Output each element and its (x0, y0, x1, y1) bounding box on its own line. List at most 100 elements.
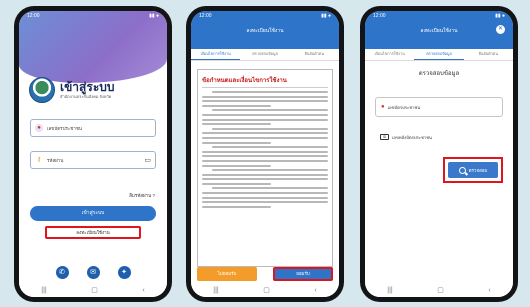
terms-text-line (202, 132, 328, 135)
header-title: ลงทะเบียนใช้งาน (246, 28, 284, 34)
step-tabs: เงื่อนไขการใช้งาน ตรวจสอบข้อมูล ยืนยันตั… (191, 49, 339, 61)
back-icon[interactable]: ‹ (488, 287, 490, 294)
terms-text-line (202, 155, 328, 158)
terms-text-line (202, 173, 328, 176)
tab-terms[interactable]: เงื่อนไขการใช้งาน (365, 49, 414, 60)
id-card-icon: ID (380, 134, 389, 140)
terms-text-line (212, 109, 328, 112)
page-title: เข้าสู่ระบบ (60, 79, 115, 94)
terms-actions: ไม่ยอมรับ ยอมรับ (197, 267, 333, 281)
terms-text-line (212, 127, 328, 130)
show-password-icon[interactable]: ▭ (144, 156, 151, 164)
laser-code-input[interactable]: ID เลขหลังบัตรประชาชน (375, 131, 503, 143)
close-icon[interactable]: ✕ (496, 25, 505, 34)
phone-login: 12:00 ▮▮ ● เข้าสู่ระบบ สำนักงานประกันสัง… (14, 6, 172, 302)
terms-content[interactable]: ข้อกำหนดและเงื่อนไขการใช้งาน (197, 69, 333, 267)
username-input[interactable]: ● เลขบัตรประชาชน (30, 119, 156, 137)
tab-identity[interactable]: ยืนยันตัวตน (290, 49, 339, 60)
android-nav-bar: ||| ▢ ‹ (19, 283, 167, 297)
terms-text-line (202, 104, 272, 107)
messenger-icon[interactable]: ✦ (117, 266, 131, 279)
terms-text-line (202, 136, 328, 139)
android-nav-bar: ||| ▢ ‹ (191, 283, 339, 297)
login-screen: 12:00 ▮▮ ● เข้าสู่ระบบ สำนักงานประกันสัง… (19, 11, 167, 297)
home-icon[interactable]: ▢ (437, 286, 444, 294)
terms-text-line (202, 178, 328, 181)
terms-text-line (202, 159, 328, 162)
tab-identity[interactable]: ยืนยันตัวตน (464, 49, 513, 60)
terms-text-line (212, 91, 328, 93)
app-header: 12:00 ▮▮ ● ลงทะเบียนใช้งาน (191, 11, 339, 49)
username-placeholder: เลขบัตรประชาชน (47, 125, 82, 131)
forgot-password-link[interactable]: ลืมรหัสผ่าน ? (129, 192, 155, 199)
id-number-placeholder: เลขบัตรประชาชน (387, 104, 421, 110)
terms-text-line (202, 196, 328, 199)
search-highlight: ตรวจสอบ (443, 157, 503, 183)
key-icon: ⚷ (36, 157, 42, 163)
password-input[interactable]: ⚷ รหัสผ่าน ▭ (30, 151, 156, 169)
recent-apps-icon[interactable]: ||| (387, 287, 392, 294)
status-bar: 12:00 ▮▮ ● (365, 11, 513, 21)
tab-verify[interactable]: ตรวจสอบข้อมูล (414, 49, 464, 60)
status-bar: 12:00 ▮▮ ● (191, 11, 339, 21)
step-tabs: เงื่อนไขการใช้งาน ตรวจสอบข้อมูล ยืนยันตั… (365, 49, 513, 61)
status-icons: ▮▮ ● (149, 13, 159, 19)
app-header: 12:00 ▮▮ ● ลงทะเบียนใช้งาน ✕ (365, 11, 513, 49)
home-icon[interactable]: ▢ (91, 286, 98, 294)
decline-button[interactable]: ไม่ยอมรับ (197, 267, 257, 281)
android-nav-bar: ||| ▢ ‹ (365, 283, 513, 297)
status-bar: 12:00 ▮▮ ● (19, 11, 167, 21)
user-icon: ● (35, 124, 43, 132)
terms-text-line (202, 100, 328, 103)
terms-text-line (202, 192, 328, 195)
recent-apps-icon[interactable]: ||| (41, 287, 46, 294)
phone-verify: 12:00 ▮▮ ● ลงทะเบียนใช้งาน ✕ เงื่อนไขการ… (360, 6, 518, 302)
back-icon[interactable]: ‹ (314, 287, 316, 294)
terms-text-line (202, 113, 328, 116)
tab-verify[interactable]: ตรวจสอบข้อมูล (240, 49, 289, 60)
search-button[interactable]: ตรวจสอบ (448, 162, 498, 178)
terms-text-line (202, 95, 328, 98)
status-time: 12:00 (27, 13, 40, 19)
verify-screen: 12:00 ▮▮ ● ลงทะเบียนใช้งาน ✕ เงื่อนไขการ… (365, 11, 513, 297)
terms-text-line (202, 123, 272, 126)
status-icons: ▮▮ ● (495, 13, 505, 19)
terms-text-line (202, 182, 272, 185)
header-title: ลงทะเบียนใช้งาน (420, 28, 458, 34)
phone-icon[interactable]: ✆ (55, 266, 69, 279)
terms-text-line (212, 146, 328, 149)
terms-screen: 12:00 ▮▮ ● ลงทะเบียนใช้งาน เงื่อนไขการใช… (191, 11, 339, 297)
terms-text-line (212, 169, 328, 172)
terms-text-line (202, 205, 272, 208)
section-title: ตรวจสอบข้อมูล (418, 71, 460, 77)
chat-icon[interactable]: ✉ (86, 266, 100, 279)
search-label: ตรวจสอบ (468, 167, 488, 173)
back-icon[interactable]: ‹ (142, 287, 144, 294)
accept-button[interactable]: ยอมรับ (273, 267, 333, 281)
user-icon: ● (381, 104, 385, 110)
terms-text-line (202, 118, 328, 121)
status-time: 12:00 (373, 13, 386, 19)
laser-code-label: เลขหลังบัตรประชาชน (392, 134, 432, 140)
header-wave: 12:00 ▮▮ ● (19, 11, 167, 83)
search-icon (458, 166, 466, 174)
terms-text-line (212, 187, 328, 190)
terms-text-line (202, 141, 272, 144)
login-button[interactable]: เข้าสู่ระบบ (30, 206, 156, 221)
terms-text-line (202, 164, 272, 167)
home-icon[interactable]: ▢ (263, 286, 270, 294)
contact-buttons: ✆ ✉ ✦ (19, 266, 167, 279)
sso-logo (29, 77, 55, 103)
terms-title: ข้อกำหนดและเงื่อนไขการใช้งาน (202, 75, 328, 88)
terms-text-line (202, 150, 328, 153)
phone-terms: 12:00 ▮▮ ● ลงทะเบียนใช้งาน เงื่อนไขการใช… (186, 6, 344, 302)
password-placeholder: รหัสผ่าน (47, 157, 64, 163)
terms-text-line (202, 201, 328, 204)
recent-apps-icon[interactable]: ||| (213, 287, 218, 294)
login-header: เข้าสู่ระบบ สำนักงานประกันสังคม จังหวัด (29, 77, 159, 103)
page-subtitle: สำนักงานประกันสังคม จังหวัด (60, 93, 112, 99)
id-number-input[interactable]: ● เลขบัตรประชาชน (375, 97, 503, 117)
status-icons: ▮▮ ● (321, 13, 331, 19)
tab-terms[interactable]: เงื่อนไขการใช้งาน (191, 49, 241, 60)
register-button[interactable]: ลงทะเบียนใช้งาน (45, 226, 141, 239)
